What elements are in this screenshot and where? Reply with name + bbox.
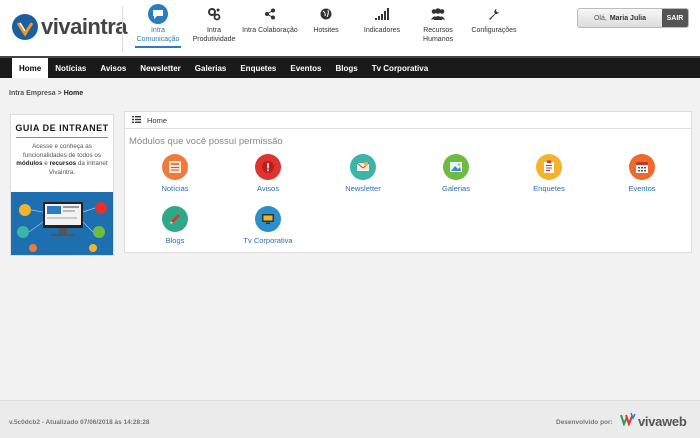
topnav-hotsites[interactable]: Hotsites xyxy=(298,4,354,54)
topnav-intra-comunicacao[interactable]: Intra Comunicação xyxy=(130,4,186,54)
module-label: Notícias xyxy=(161,184,189,193)
nav-item-newsletter[interactable]: Newsletter xyxy=(133,58,187,78)
header-divider xyxy=(122,6,123,52)
module-label: Enquetes xyxy=(533,184,565,193)
module-label: Newsletter xyxy=(345,184,381,193)
panel-header: Home xyxy=(125,112,691,129)
developed-by-label: Desenvolvido por: xyxy=(556,419,613,426)
module-galerias[interactable]: Galerias xyxy=(416,154,496,193)
modules-panel: Home Módulos que você possui permissão N… xyxy=(124,111,692,253)
topnav-intra-colaboracao[interactable]: Intra Colaboração xyxy=(242,4,298,54)
topnav-label: Configurações xyxy=(471,27,517,34)
wrench-icon xyxy=(484,4,504,24)
user-menu: Olá, Maria Julia SAIR xyxy=(577,8,689,28)
intranet-guide-banner[interactable]: GUIA DE INTRANET Acesse e conheça as fun… xyxy=(10,114,114,256)
main-navigation: Home Notícias Avisos Newsletter Galerias… xyxy=(0,56,700,78)
module-label: Avisos xyxy=(257,184,279,193)
top-navigation: Intra Comunicação Intra Produtividade In… xyxy=(130,4,522,54)
topnav-label: Intra Comunicação xyxy=(136,27,180,43)
module-label: Galerias xyxy=(442,184,470,193)
nav-item-galerias[interactable]: Galerias xyxy=(188,58,234,78)
topnav-label: Hotsites xyxy=(313,27,339,34)
app-footer: v.5c0dcb2 - Atualizado 07/06/2018 às 14:… xyxy=(0,400,700,438)
nav-item-avisos[interactable]: Avisos xyxy=(93,58,133,78)
newspaper-icon xyxy=(162,154,188,180)
panel-subheading: Módulos que você possui permissão xyxy=(129,136,283,147)
app-header: vivaintra Intra Comunicação Intra Produt… xyxy=(0,0,700,56)
module-tv-corporativa[interactable]: Tv Corporativa xyxy=(228,206,308,245)
module-noticias[interactable]: Notícias xyxy=(135,154,215,193)
vivaintra-logo[interactable]: vivaintra xyxy=(12,14,128,40)
module-label: Eventos xyxy=(628,184,656,193)
alert-icon xyxy=(255,154,281,180)
breadcrumb-current: Home xyxy=(63,90,84,97)
nav-item-home[interactable]: Home xyxy=(12,58,49,78)
version-info: v.5c0dcb2 - Atualizado 07/06/2018 às 14:… xyxy=(9,419,150,426)
user-greeting[interactable]: Olá, Maria Julia xyxy=(578,9,662,27)
user-name: Maria Julia xyxy=(609,14,647,22)
topnav-label: Indicadores xyxy=(363,27,401,34)
banner-text: Acesse e conheça as funcionalidades de t… xyxy=(16,143,108,176)
nav-item-enquetes[interactable]: Enquetes xyxy=(233,58,283,78)
share-icon xyxy=(260,4,280,24)
logo-text: vivaintra xyxy=(41,14,128,39)
vivaweb-logo-icon xyxy=(620,412,636,431)
breadcrumb-separator: > xyxy=(57,90,62,97)
topnav-configuracoes[interactable]: Configurações xyxy=(466,4,522,54)
topnav-label: Intra Colaboração xyxy=(242,27,298,34)
bar-chart-icon xyxy=(372,4,392,24)
greeting-text: Olá, xyxy=(593,14,607,22)
mail-icon xyxy=(350,154,376,180)
pencil-icon xyxy=(162,206,188,232)
nav-item-tv-corporativa[interactable]: Tv Corporativa xyxy=(365,58,435,78)
panel-title: Home xyxy=(147,115,168,125)
topnav-label: Intra Produtividade xyxy=(192,27,236,43)
chat-bubble-icon xyxy=(148,4,168,24)
banner-title: GUIA DE INTRANET xyxy=(15,123,109,133)
topnav-recursos-humanos[interactable]: Recursos Humanos xyxy=(410,4,466,54)
banner-illustration xyxy=(11,192,113,255)
banner-divider xyxy=(16,137,108,138)
vivaintra-logo-icon xyxy=(12,14,38,40)
breadcrumb-parent[interactable]: Intra Empresa xyxy=(9,90,56,97)
logout-button[interactable]: SAIR xyxy=(662,9,688,27)
topnav-indicadores[interactable]: Indicadores xyxy=(354,4,410,54)
people-icon xyxy=(428,4,448,24)
topnav-label: Recursos Humanos xyxy=(423,27,453,43)
vivaweb-logo-text: vivaweb xyxy=(638,414,687,429)
nav-item-blogs[interactable]: Blogs xyxy=(328,58,364,78)
nav-item-noticias[interactable]: Notícias xyxy=(48,58,93,78)
clipboard-icon xyxy=(536,154,562,180)
module-enquetes[interactable]: Enquetes xyxy=(509,154,589,193)
topnav-intra-produtividade[interactable]: Intra Produtividade xyxy=(186,4,242,54)
module-label: Tv Corporativa xyxy=(243,236,293,245)
module-eventos[interactable]: Eventos xyxy=(602,154,682,193)
tv-icon xyxy=(255,206,281,232)
breadcrumb: Intra Empresa > Home xyxy=(9,90,83,97)
vivaweb-logo[interactable]: vivaweb xyxy=(620,412,687,431)
globe-icon xyxy=(316,4,336,24)
list-icon xyxy=(132,115,141,125)
image-icon xyxy=(443,154,469,180)
gears-icon xyxy=(204,4,224,24)
calendar-icon xyxy=(629,154,655,180)
module-avisos[interactable]: Avisos xyxy=(228,154,308,193)
module-newsletter[interactable]: Newsletter xyxy=(323,154,403,193)
module-blogs[interactable]: Blogs xyxy=(135,206,215,245)
module-label: Blogs xyxy=(165,236,185,245)
nav-item-eventos[interactable]: Eventos xyxy=(283,58,328,78)
